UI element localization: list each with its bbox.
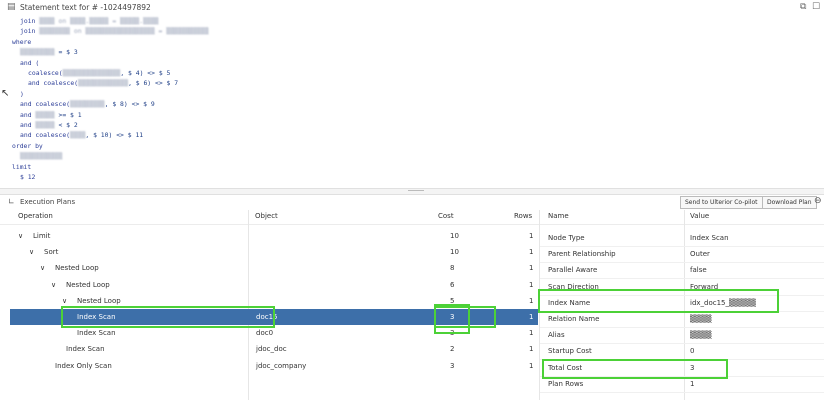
- property-value: 0: [690, 347, 695, 356]
- plan-operation: Nested Loop: [66, 280, 110, 289]
- property-name: Plan Rows: [548, 379, 584, 388]
- col-prop-name[interactable]: Name: [548, 212, 569, 220]
- code-line: and (: [20, 58, 40, 67]
- plan-row[interactable]: ∨ Limit 10 1: [10, 228, 538, 244]
- statement-code[interactable]: join ▒▒▒▒ on ▒▒▒▒.▒▒▒▒▒ = ▒▒▒▒▒.▒▒▒▒ join…: [0, 14, 824, 188]
- property-value: ▒▒▒▒: [690, 331, 712, 340]
- highlight-cost-inner: [434, 304, 470, 334]
- property-name: Node Type: [548, 234, 585, 242]
- property-name: Parent Relationship: [548, 250, 616, 259]
- plan-row[interactable]: ∨ Sort 10 1: [10, 244, 538, 260]
- plan-row[interactable]: ∨ Nested Loop 8 1: [10, 260, 538, 276]
- property-value: ▒▒▒▒: [690, 315, 712, 323]
- highlight-total-cost: [542, 359, 728, 379]
- plan-rows-value: 1: [529, 345, 534, 354]
- highlight-index-name: [538, 289, 779, 313]
- plan-rows-value: 1: [529, 313, 534, 321]
- plan-rows-value: 1: [529, 361, 534, 370]
- highlight-index-scan: [61, 306, 275, 328]
- property-row[interactable]: Startup Cost 0: [540, 343, 824, 361]
- property-row[interactable]: Node Type Index Scan: [540, 230, 824, 247]
- col-rows[interactable]: Rows: [514, 212, 532, 220]
- plan-cost: 2: [450, 345, 455, 354]
- code-line: where: [12, 37, 32, 46]
- property-value: Outer: [690, 250, 710, 259]
- code-line: and coalesce(▒▒▒▒, $ 10) <> $ 11: [20, 131, 144, 140]
- chevron-down-icon[interactable]: ∨: [18, 232, 23, 240]
- col-object[interactable]: Object: [255, 212, 278, 220]
- code-line: coalesce(▒▒▒▒▒▒▒▒▒▒▒▒▒▒▒, $ 4) <> $ 5: [28, 69, 171, 77]
- code-line: ▒▒▒▒▒▒▒▒▒▒▒: [20, 152, 63, 161]
- property-name: Relation Name: [548, 315, 600, 323]
- plan-rows-value: 1: [529, 232, 534, 240]
- plan-cost: 10: [450, 232, 459, 240]
- plan-rows-value: 1: [529, 248, 534, 257]
- plan-operation: Index Scan: [66, 345, 105, 354]
- plan-object: jdoc_doc: [256, 345, 287, 354]
- statement-header: ▤ Statement text for # -1024497892 ⧉ ☐: [0, 0, 824, 15]
- plan-cost: 6: [450, 280, 455, 289]
- property-value: 1: [690, 379, 695, 388]
- code-line: $ 12: [20, 173, 36, 181]
- code-line: ): [20, 89, 24, 98]
- plan-rows-value: 1: [529, 329, 534, 338]
- property-value: Index Scan: [690, 234, 729, 242]
- plan-row[interactable]: Index Only Scan jdoc_company 3 1: [10, 358, 538, 374]
- code-line: order by: [12, 141, 43, 150]
- plan-rows-value: 1: [529, 280, 534, 289]
- code-line: limit: [12, 162, 32, 171]
- plan-operation: Nested Loop: [77, 296, 121, 305]
- code-line: and coalesce(▒▒▒▒▒▒▒▒▒, $ 8) <> $ 9: [20, 100, 155, 109]
- chevron-down-icon[interactable]: ∨: [62, 297, 67, 305]
- code-line: ▒▒▒▒▒▒▒▒▒ = $ 3: [20, 48, 78, 57]
- statement-icon: ▤: [7, 2, 16, 12]
- send-to-copilot-button[interactable]: Send to Ulterior Co-pilot: [680, 196, 763, 209]
- plan-rows-value: 1: [529, 264, 534, 273]
- chevron-down-icon[interactable]: ∨: [40, 264, 45, 272]
- minus-icon[interactable]: ⊖: [814, 196, 822, 206]
- property-name: Alias: [548, 331, 565, 340]
- plan-cost: 8: [450, 264, 455, 273]
- plan-operation: Index Only Scan: [55, 361, 112, 370]
- chevron-down-icon[interactable]: ∨: [29, 248, 34, 256]
- plan-object: doc0: [256, 329, 274, 338]
- code-line: and ▒▒▒▒▒ >= $ 1: [20, 110, 82, 119]
- expand-icon[interactable]: ☐: [812, 2, 820, 12]
- property-name: Parallel Aware: [548, 266, 598, 275]
- property-row[interactable]: Parent Relationship Outer: [540, 246, 824, 264]
- chevron-down-icon[interactable]: ∨: [51, 281, 56, 289]
- code-line: and coalesce(▒▒▒▒▒▒▒▒▒▒▒▒▒, $ 6) <> $ 7: [28, 79, 179, 88]
- code-line: and ▒▒▒▒▒ < $ 2: [20, 121, 78, 129]
- property-row[interactable]: Parallel Aware false: [540, 262, 824, 280]
- plans-title: Execution Plans: [20, 198, 76, 206]
- plan-row[interactable]: Index Scan jdoc_doc 2 1: [10, 341, 538, 357]
- statement-title: Statement text for # -1024497892: [20, 3, 151, 12]
- property-row[interactable]: Alias ▒▒▒▒: [540, 327, 824, 345]
- plan-object: jdoc_company: [256, 361, 307, 370]
- code-line: join ▒▒▒▒▒▒▒▒ on ▒▒▒▒▒▒▒▒▒▒▒▒▒▒▒▒▒▒ = ▒▒…: [20, 27, 209, 36]
- col-cost[interactable]: Cost: [438, 212, 454, 220]
- property-value: false: [690, 266, 707, 275]
- plan-operation: Nested Loop: [55, 264, 99, 273]
- plan-operation: Index Scan: [77, 329, 116, 338]
- plan-cost: 10: [450, 248, 459, 257]
- plan-row[interactable]: ∨ Nested Loop 6 1: [10, 277, 538, 293]
- plans-icon: ∟: [8, 197, 15, 206]
- plan-cost: 3: [450, 361, 455, 370]
- property-row[interactable]: Relation Name ▒▒▒▒: [540, 311, 824, 328]
- col-operation[interactable]: Operation: [18, 212, 53, 220]
- plan-operation: Limit: [33, 232, 51, 240]
- col-prop-value[interactable]: Value: [690, 212, 709, 220]
- plan-rows-value: 1: [529, 296, 534, 305]
- download-plan-button[interactable]: Download Plan: [762, 196, 817, 209]
- copy-icon[interactable]: ⧉: [800, 2, 806, 12]
- mouse-cursor-icon: ↖: [1, 88, 10, 99]
- code-line: join ▒▒▒▒ on ▒▒▒▒.▒▒▒▒▒ = ▒▒▒▒▒.▒▒▒▒: [20, 17, 159, 25]
- plan-operation: Sort: [44, 248, 59, 257]
- property-name: Startup Cost: [548, 347, 592, 356]
